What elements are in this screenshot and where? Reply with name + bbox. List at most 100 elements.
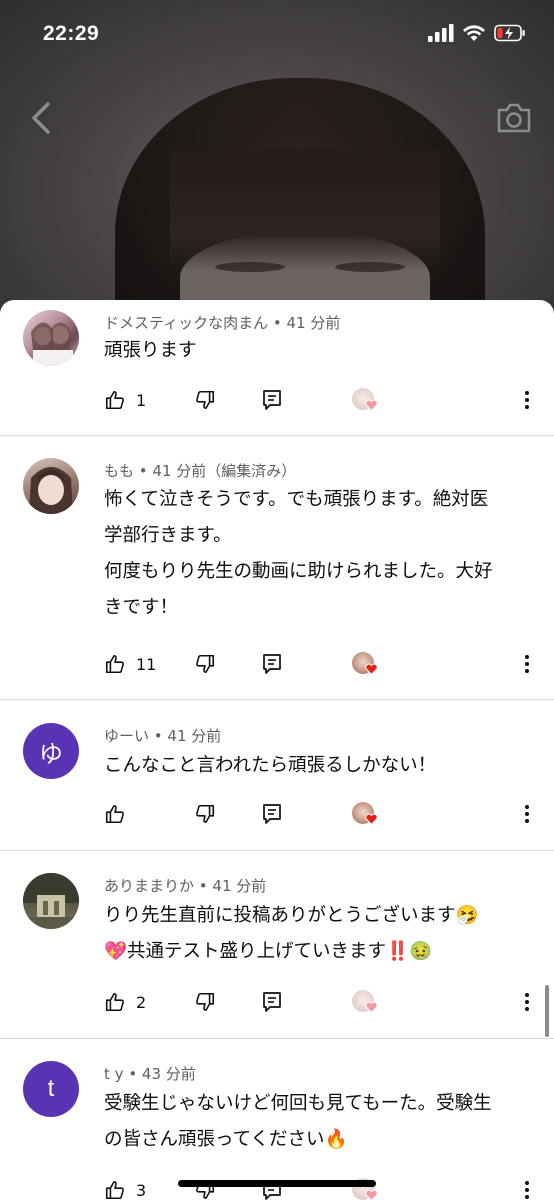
user-avatar[interactable] [23, 458, 79, 514]
like-count: 11 [136, 654, 157, 674]
dislike-button[interactable] [194, 649, 216, 679]
more-options-button[interactable] [520, 987, 534, 1017]
comment-author[interactable]: t y [104, 1065, 124, 1083]
comment-author[interactable]: ドメスティックな肉まん [104, 314, 268, 332]
dislike-button[interactable] [194, 1175, 216, 1200]
comments-sheet[interactable]: ドメスティックな肉まん • 41 分前 頑張ります 1 もも • 41 分前（編… [0, 300, 554, 1200]
like-button[interactable] [104, 799, 136, 829]
comment-line: 何度もりり先生の動画に助けられました。大好 [104, 561, 493, 582]
creator-heart[interactable] [352, 649, 378, 679]
creator-heart[interactable] [352, 385, 378, 415]
like-count: 2 [136, 992, 147, 1012]
camera-icon[interactable] [496, 102, 532, 134]
comment-time: • 41 分前（編集済み） [138, 462, 297, 480]
comment-meta: t y • 43 分前 [104, 1063, 196, 1084]
comment-actions [0, 799, 554, 829]
heart-icon [365, 399, 378, 411]
creator-heart-avatar [352, 652, 378, 676]
comment-text: 頑張ります [104, 333, 524, 369]
reply-button[interactable] [262, 385, 282, 415]
comment-item: ゆ ゆーい • 41 分前 こんなこと言われたら頑張るしかない！ [0, 700, 554, 850]
comment-line: 頑張ります [104, 340, 197, 361]
battery-charging-icon [494, 24, 525, 42]
like-button[interactable]: 3 [104, 1175, 146, 1200]
comment-actions: 3 [0, 1175, 554, 1200]
more-options-button[interactable] [520, 799, 534, 829]
dislike-button[interactable] [194, 987, 216, 1017]
avatar-photo [29, 467, 73, 514]
more-vertical-icon [525, 1181, 529, 1199]
reply-icon [263, 390, 281, 410]
thumbs-up-icon [105, 804, 124, 824]
reply-button[interactable] [262, 987, 282, 1017]
comment-actions: 11 [0, 649, 554, 679]
comment-text: 怖くて泣きそうです。でも頑張ります。絶対医 学部行きます。 何度もりり先生の動画… [104, 482, 524, 626]
thumbs-down-icon [196, 654, 215, 674]
reply-icon [263, 992, 281, 1012]
thumbs-down-icon [196, 390, 215, 410]
like-button[interactable]: 2 [104, 987, 146, 1017]
more-options-button[interactable] [520, 385, 534, 415]
reply-button[interactable] [262, 799, 282, 829]
reply-button[interactable] [262, 1175, 282, 1200]
dislike-button[interactable] [194, 799, 216, 829]
heart-icon [365, 813, 378, 825]
creator-heart-avatar [352, 388, 378, 412]
avatar-photo [31, 322, 73, 366]
comment-time: • 41 分前 [153, 727, 222, 745]
creator-heart[interactable] [352, 799, 378, 829]
like-button[interactable]: 1 [104, 385, 146, 415]
comment-actions: 1 [0, 385, 554, 415]
comment-time: • 43 分前 [128, 1065, 196, 1083]
comment-line: の皆さん頑張ってください🔥 [104, 1129, 348, 1150]
comment-author[interactable]: ゆーい [104, 727, 149, 745]
home-indicator[interactable] [178, 1180, 376, 1187]
comment-author[interactable]: ありままりか [104, 877, 194, 895]
user-avatar[interactable]: t [23, 1061, 79, 1117]
comment-line: きです！ [104, 597, 179, 618]
comment-meta: もも • 41 分前（編集済み） [104, 460, 296, 481]
more-options-button[interactable] [520, 649, 534, 679]
back-arrow-icon[interactable] [26, 100, 56, 136]
heart-icon [365, 1001, 378, 1013]
comment-line: 受験生じゃないけど何回も見てもーた。受験生 [104, 1093, 492, 1114]
user-avatar[interactable] [23, 310, 79, 366]
more-options-button[interactable] [520, 1175, 534, 1200]
more-vertical-icon [525, 805, 529, 823]
comment-item: t t y • 43 分前 受験生じゃないけど何回も見てもーた。受験生 の皆さん… [0, 1039, 554, 1200]
comment-text: 受験生じゃないけど何回も見てもーた。受験生 の皆さん頑張ってください🔥 [104, 1086, 524, 1158]
dislike-button[interactable] [194, 385, 216, 415]
thumbs-down-icon [196, 992, 215, 1012]
creator-heart[interactable] [352, 987, 378, 1017]
more-vertical-icon [525, 993, 529, 1011]
more-vertical-icon [525, 655, 529, 673]
comment-time: • 41 分前 [272, 314, 341, 332]
wifi-icon [463, 25, 485, 41]
avatar-photo [23, 873, 79, 929]
comment-item: ありままりか • 41 分前 りり先生直前に投稿ありがとうございます🤧 💖共通テ… [0, 851, 554, 1038]
status-icons [428, 24, 526, 42]
like-button[interactable]: 11 [104, 649, 156, 679]
comment-line: 学部行きます。 [104, 525, 232, 546]
thumbs-up-icon [105, 390, 124, 410]
thumbs-up-icon [105, 654, 124, 674]
status-bar: 22:29 [0, 0, 554, 70]
creator-heart[interactable] [352, 1175, 378, 1200]
status-time: 22:29 [43, 22, 100, 45]
thumbs-down-icon [196, 804, 215, 824]
user-avatar[interactable]: ゆ [23, 723, 79, 779]
comment-meta: ありままりか • 41 分前 [104, 875, 266, 896]
cellular-signal-icon [428, 24, 454, 42]
comment-line: こんなこと言われたら頑張るしかない！ [104, 755, 437, 776]
comment-text: こんなこと言われたら頑張るしかない！ [104, 748, 524, 784]
reply-button[interactable] [262, 649, 282, 679]
creator-heart-avatar [352, 802, 378, 826]
comment-author[interactable]: もも [104, 462, 134, 480]
scrollbar[interactable] [545, 985, 549, 1037]
heart-icon [365, 663, 378, 675]
comment-line: りり先生直前に投稿ありがとうございます🤧 [104, 905, 479, 926]
avatar-letter: ゆ [39, 740, 63, 768]
video-frame-bangs [170, 150, 440, 270]
comment-line: 怖くて泣きそうです。でも頑張ります。絶対医 [104, 489, 489, 510]
user-avatar[interactable] [23, 873, 79, 929]
